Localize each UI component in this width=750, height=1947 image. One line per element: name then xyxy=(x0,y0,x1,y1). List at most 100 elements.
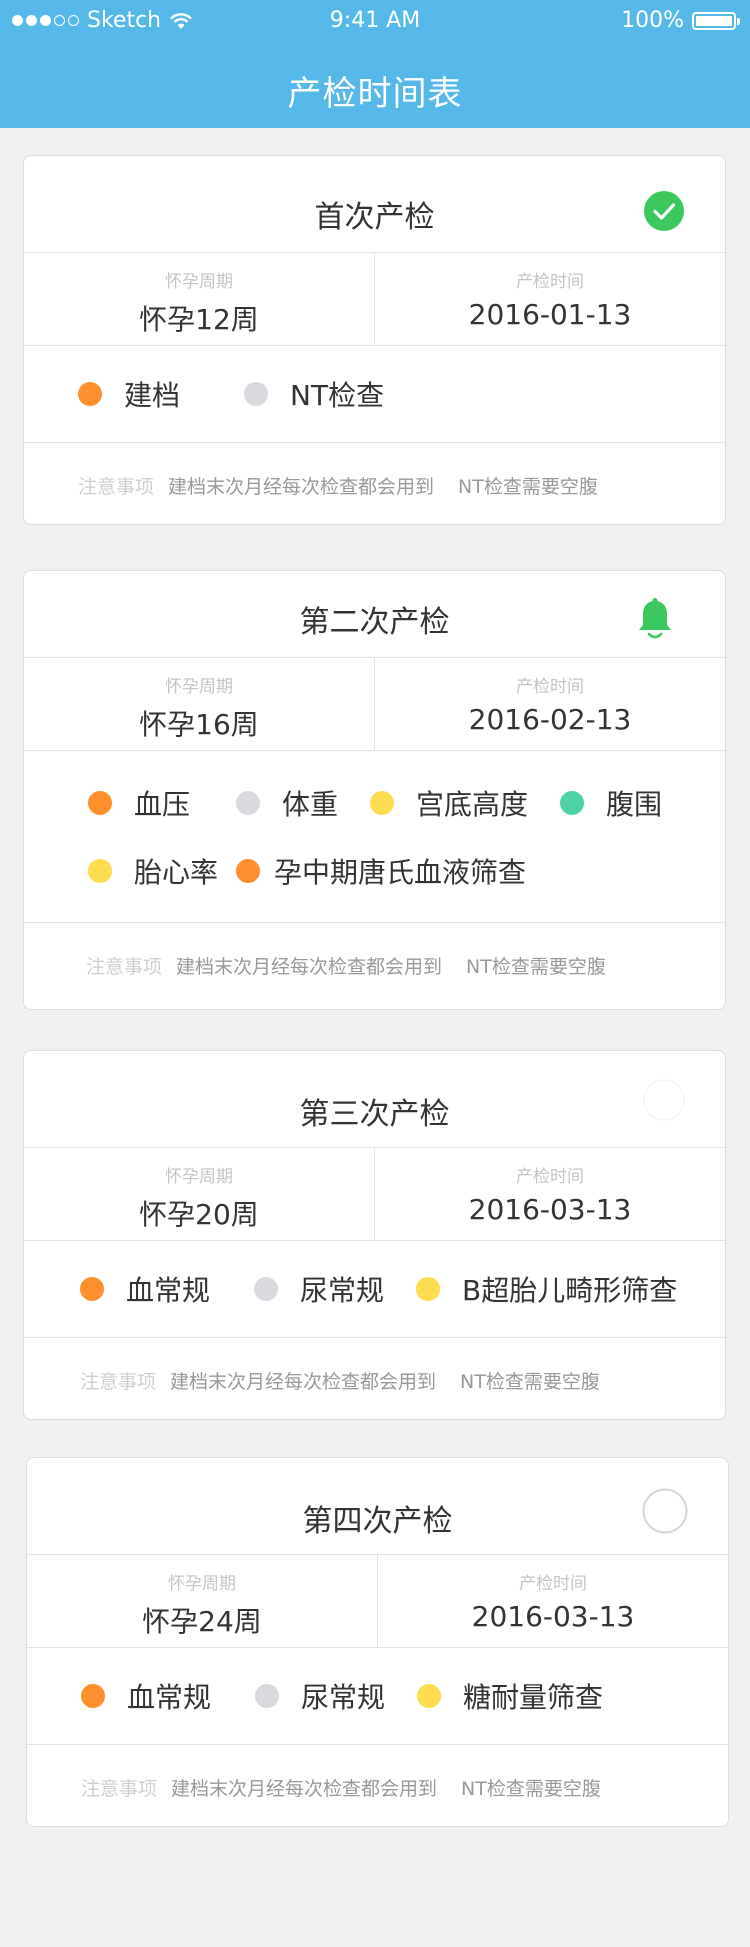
item-dot xyxy=(417,1684,442,1708)
item-dot xyxy=(88,858,112,883)
item-dot xyxy=(236,790,261,815)
item-label: 血常规 xyxy=(126,1274,211,1307)
card-title: 第三次产检 xyxy=(299,1097,450,1132)
note-label: 注意事项 xyxy=(86,955,163,978)
item-dot xyxy=(236,858,261,883)
card-header: 第二次产检 xyxy=(24,571,725,658)
item-label: NT检查 xyxy=(290,379,385,412)
checkup-items: 血常规 尿常规 糖耐量筛查 xyxy=(27,1648,728,1745)
info-row: 怀孕周期 怀孕16周 产检时间 2016-02-13 xyxy=(24,658,725,751)
card-header: 第四次产检 xyxy=(27,1458,728,1555)
item-label: 体重 xyxy=(282,787,339,821)
item-label: 胎心率 xyxy=(134,855,219,889)
info-row: 怀孕周期 怀孕20周 产检时间 2016-03-13 xyxy=(24,1148,725,1241)
battery-percent: 100% xyxy=(621,8,684,33)
checkup-item: 血常规 xyxy=(80,1269,210,1309)
checkup-date-label: 产检时间 xyxy=(516,272,584,292)
note-text: 建档末次月经每次检查都会用到 xyxy=(176,955,443,978)
item-label: 宫底高度 xyxy=(416,787,529,821)
item-label: 孕中期唐氏血液筛查 xyxy=(274,855,527,889)
item-label: 血压 xyxy=(134,787,191,821)
item-label: 腹围 xyxy=(606,787,663,821)
status-bar: Sketch 9:41 AM 100% xyxy=(0,0,750,42)
checkup-item: 血常规 xyxy=(81,1676,211,1716)
checkup-item: B超胎儿畸形筛查 xyxy=(416,1269,677,1309)
item-dot xyxy=(560,790,585,815)
item-label: 糖耐量筛查 xyxy=(463,1681,604,1714)
checkup-item: 孕中期唐氏血液筛查 xyxy=(236,851,526,891)
card-title: 第二次产检 xyxy=(299,605,450,640)
item-dot xyxy=(254,1277,279,1301)
checkup-date-cell: 产检时间 2016-02-13 xyxy=(374,658,725,750)
note-text: NT检查需要空腹 xyxy=(461,1777,601,1800)
pregnancy-week-value: 怀孕16周 xyxy=(139,708,259,741)
checkup-date-cell: 产检时间 2016-03-13 xyxy=(374,1148,725,1240)
checkup-card[interactable]: 首次产检 怀孕周期 怀孕12周 产检时间 2016-01-13 建档 NT检查 … xyxy=(23,155,726,525)
pregnancy-week-label: 怀孕周期 xyxy=(165,677,233,697)
bell-icon[interactable] xyxy=(637,597,673,641)
checkup-item: 尿常规 xyxy=(254,1269,384,1309)
item-dot xyxy=(244,382,269,406)
checkup-item: 建档 xyxy=(78,374,180,414)
item-dot xyxy=(370,790,395,815)
checkup-item: 胎心率 xyxy=(88,851,218,891)
note-text: NT检查需要空腹 xyxy=(460,1370,600,1393)
checkup-item: 体重 xyxy=(236,783,338,823)
info-row: 怀孕周期 怀孕24周 产检时间 2016-03-13 xyxy=(27,1555,728,1648)
pregnancy-week-cell: 怀孕周期 怀孕12周 xyxy=(24,253,374,345)
battery-icon xyxy=(692,11,740,30)
item-label: 血常规 xyxy=(127,1681,212,1714)
pregnancy-week-label: 怀孕周期 xyxy=(168,1574,236,1594)
item-label: 建档 xyxy=(124,379,181,412)
checkup-date-label: 产检时间 xyxy=(519,1574,587,1594)
checkup-date-cell: 产检时间 2016-03-13 xyxy=(377,1555,728,1647)
empty-circle-icon[interactable] xyxy=(643,1079,685,1121)
app-header: Sketch 9:41 AM 100% 产检时间表 xyxy=(0,0,750,128)
pregnancy-week-label: 怀孕周期 xyxy=(165,1167,233,1187)
card-header: 第三次产检 xyxy=(24,1051,725,1148)
item-dot xyxy=(81,1684,105,1708)
note-label: 注意事项 xyxy=(78,475,155,498)
checkup-date-value: 2016-03-13 xyxy=(468,1193,632,1226)
pregnancy-week-label: 怀孕周期 xyxy=(165,272,233,292)
card-title: 首次产检 xyxy=(314,200,435,235)
pregnancy-week-cell: 怀孕周期 怀孕24周 xyxy=(27,1555,377,1647)
notes-row: 注意事项 建档末次月经每次检查都会用到 NT检查需要空腹 xyxy=(27,1745,728,1826)
checkup-date-value: 2016-01-13 xyxy=(468,298,632,331)
checkup-items: 建档 NT检查 xyxy=(24,346,725,443)
note-text: 建档末次月经每次检查都会用到 xyxy=(170,1370,437,1393)
page-title: 产检时间表 xyxy=(287,74,463,114)
card-title: 第四次产检 xyxy=(302,1504,453,1539)
note-text: NT检查需要空腹 xyxy=(458,475,598,498)
item-dot xyxy=(255,1684,280,1708)
checkup-card[interactable]: 第四次产检 怀孕周期 怀孕24周 产检时间 2016-03-13 血常规 尿常规… xyxy=(26,1457,729,1827)
status-right: 100% xyxy=(621,8,740,33)
checkup-item: 血压 xyxy=(88,783,190,823)
empty-circle-icon[interactable] xyxy=(642,1488,688,1534)
note-text: 建档末次月经每次检查都会用到 xyxy=(168,475,435,498)
note-label: 注意事项 xyxy=(81,1777,158,1800)
card-header: 首次产检 xyxy=(24,156,725,253)
info-row: 怀孕周期 怀孕12周 产检时间 2016-01-13 xyxy=(24,253,725,346)
pregnancy-week-value: 怀孕24周 xyxy=(142,1605,262,1638)
checkup-item: 尿常规 xyxy=(255,1676,385,1716)
notes-row: 注意事项 建档末次月经每次检查都会用到 NT检查需要空腹 xyxy=(24,1338,725,1419)
note-label: 注意事项 xyxy=(80,1370,157,1393)
checkup-date-value: 2016-02-13 xyxy=(468,703,632,736)
pregnancy-week-value: 怀孕20周 xyxy=(139,1198,259,1231)
pregnancy-week-cell: 怀孕周期 怀孕20周 xyxy=(24,1148,374,1240)
checkup-card[interactable]: 第二次产检 怀孕周期 怀孕16周 产检时间 2016-02-13 血压 体重 宫… xyxy=(23,570,726,1010)
pregnancy-week-cell: 怀孕周期 怀孕16周 xyxy=(24,658,374,750)
checkup-card[interactable]: 第三次产检 怀孕周期 怀孕20周 产检时间 2016-03-13 血常规 尿常规… xyxy=(23,1050,726,1420)
checkup-items: 血常规 尿常规 B超胎儿畸形筛查 xyxy=(24,1241,725,1338)
item-dot xyxy=(78,382,102,406)
checkup-item: 宫底高度 xyxy=(370,783,528,823)
item-dot xyxy=(416,1277,441,1301)
notes-row: 注意事项 建档末次月经每次检查都会用到 NT检查需要空腹 xyxy=(24,923,725,1007)
pregnancy-week-value: 怀孕12周 xyxy=(139,303,259,336)
checkup-item: 糖耐量筛查 xyxy=(417,1676,603,1716)
item-label: 尿常规 xyxy=(301,1681,386,1714)
note-text: 建档末次月经每次检查都会用到 xyxy=(171,1777,438,1800)
check-circle-icon[interactable] xyxy=(643,190,685,232)
checkup-date-label: 产检时间 xyxy=(516,677,584,697)
